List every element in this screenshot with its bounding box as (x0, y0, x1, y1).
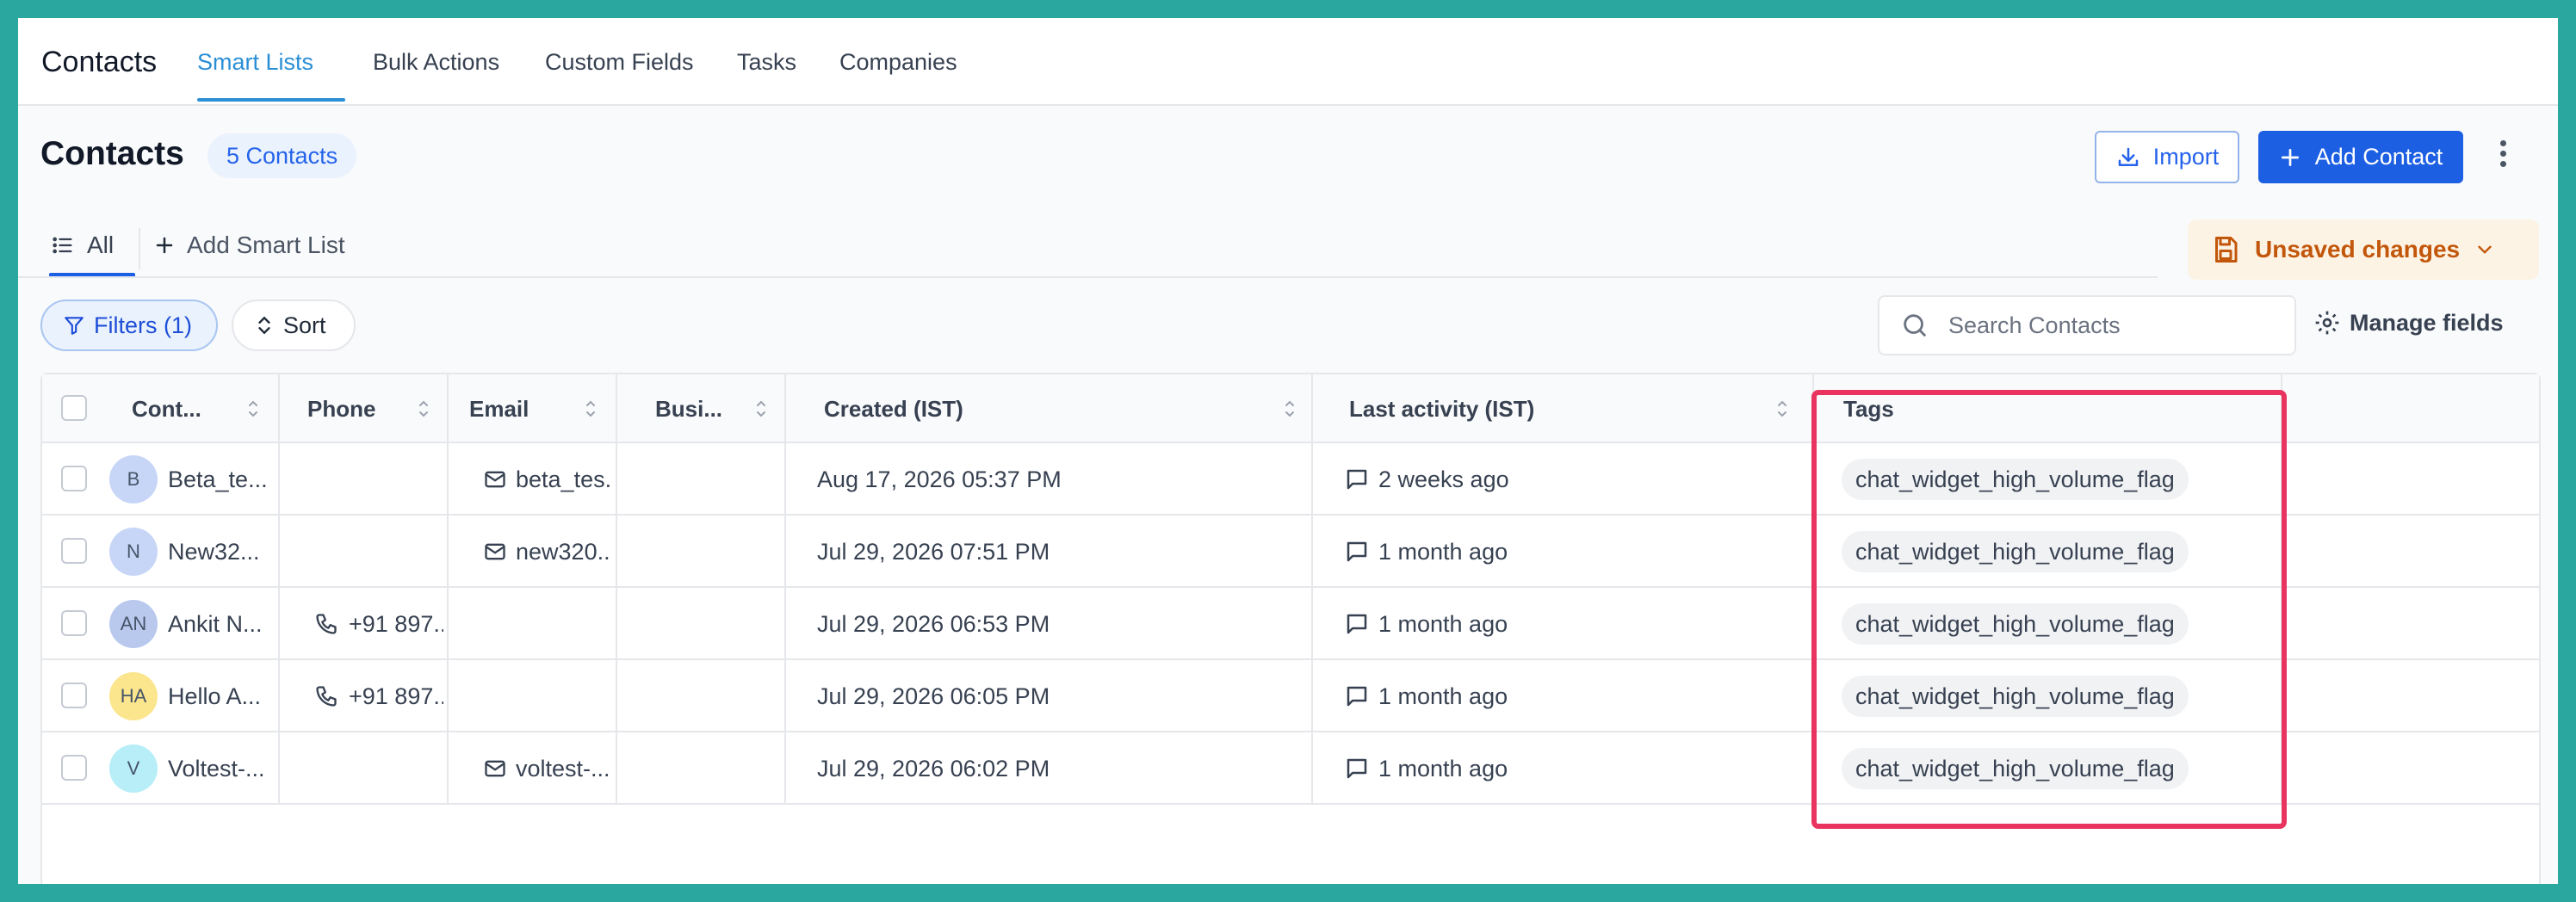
import-button[interactable]: Import (2095, 131, 2239, 183)
row-checkbox[interactable] (61, 755, 87, 781)
chevron-down-icon (2478, 245, 2492, 254)
tab-bulk-actions[interactable]: Bulk Actions (373, 49, 499, 76)
last-activity: 1 month ago (1378, 755, 1508, 782)
contact-phone: +91 897... (349, 610, 443, 637)
avatar: V (109, 744, 158, 793)
sort-icon[interactable] (1776, 397, 1788, 421)
mail-icon (485, 471, 505, 488)
created-date: Jul 29, 2026 06:05 PM (817, 683, 1050, 709)
avatar: N (109, 528, 158, 576)
select-all-checkbox[interactable] (61, 395, 87, 421)
row-checkbox[interactable] (61, 683, 87, 708)
page-title: Contacts (40, 135, 184, 172)
app-window: Contacts Smart Lists Bulk Actions Custom… (18, 18, 2558, 884)
last-activity: 1 month ago (1378, 683, 1508, 709)
sort-label: Sort (283, 312, 326, 338)
add-contact-label: Add Contact (2314, 144, 2443, 170)
filter-icon (65, 317, 84, 335)
sort-icon[interactable] (418, 397, 430, 421)
tab-custom-fields[interactable]: Custom Fields (545, 49, 694, 76)
row-checkbox[interactable] (61, 538, 87, 564)
column-header-contact[interactable]: Cont... (132, 374, 201, 443)
smart-list-all-label: All (87, 232, 115, 258)
phone-icon (316, 686, 337, 707)
tab-companies[interactable]: Companies (839, 49, 957, 76)
chat-icon (1347, 469, 1367, 490)
avatar: AN (109, 600, 158, 648)
created-date: Aug 17, 2026 05:37 PM (817, 466, 1062, 492)
download-icon (2118, 147, 2138, 166)
list-icon (53, 237, 72, 254)
contact-name[interactable]: Ankit N... (168, 611, 263, 638)
search-input[interactable] (1948, 312, 2276, 339)
smart-list-divider (18, 276, 2158, 278)
contact-name[interactable]: Voltest-... (168, 756, 265, 782)
created-date: Jul 29, 2026 06:53 PM (817, 610, 1050, 637)
sort-icon[interactable] (585, 397, 597, 421)
smart-list-separator (139, 228, 140, 269)
add-contact-button[interactable]: Add Contact (2258, 131, 2463, 183)
last-activity: 1 month ago (1378, 538, 1508, 565)
chat-icon (1347, 758, 1367, 779)
contact-email: voltest-... (516, 755, 610, 782)
contact-name[interactable]: Hello A... (168, 683, 261, 710)
mail-icon (485, 760, 505, 777)
search-icon (1904, 314, 1926, 337)
mail-icon (485, 543, 505, 560)
unsaved-changes-label: Unsaved changes (2255, 236, 2461, 263)
contact-name[interactable]: Beta_te... (168, 466, 268, 493)
column-header-last-activity[interactable]: Last activity (IST) (1349, 374, 1534, 443)
column-header-phone[interactable]: Phone (307, 374, 375, 443)
add-smart-list-button[interactable]: Add Smart List (154, 232, 345, 259)
active-tab-indicator (197, 98, 345, 102)
contact-email: beta_tes... (516, 466, 612, 492)
row-checkbox[interactable] (61, 466, 87, 491)
sort-icon[interactable] (755, 397, 767, 421)
sort-icon (258, 316, 270, 335)
sort-button[interactable]: Sort (232, 300, 356, 351)
column-header-created[interactable]: Created (IST) (824, 374, 963, 443)
more-options-icon[interactable] (2494, 140, 2511, 175)
filters-button[interactable]: Filters (1) (40, 300, 218, 351)
manage-fields-button[interactable]: Manage fields (2313, 309, 2504, 337)
nav-title: Contacts (41, 46, 158, 78)
gear-icon (2315, 311, 2339, 335)
sort-icon[interactable] (247, 397, 259, 421)
column-header-business[interactable]: Busi... (655, 374, 722, 443)
sort-icon[interactable] (1284, 397, 1296, 421)
chat-icon (1347, 541, 1367, 562)
filters-label: Filters (1) (94, 312, 192, 338)
avatar: HA (109, 672, 158, 720)
chat-icon (1347, 614, 1367, 634)
tab-tasks[interactable]: Tasks (737, 49, 796, 76)
plus-icon (156, 237, 173, 254)
search-box[interactable] (1878, 295, 2296, 355)
smart-list-all[interactable]: All (51, 232, 114, 259)
chat-icon (1347, 686, 1367, 707)
tags-column-highlight (1811, 390, 2287, 829)
last-activity: 2 weeks ago (1378, 466, 1509, 492)
unsaved-changes-dropdown[interactable]: Unsaved changes (2188, 219, 2539, 280)
avatar: B (109, 455, 158, 504)
tab-smart-lists[interactable]: Smart Lists (197, 49, 313, 76)
import-label: Import (2152, 144, 2220, 170)
contact-phone: +91 897... (349, 683, 443, 709)
phone-icon (316, 614, 337, 634)
save-icon (2215, 237, 2238, 263)
contacts-count-badge: 5 Contacts (207, 133, 357, 178)
row-checkbox[interactable] (61, 610, 87, 636)
created-date: Jul 29, 2026 06:02 PM (817, 755, 1050, 782)
last-activity: 1 month ago (1378, 610, 1508, 637)
contact-email: new320... (516, 538, 612, 565)
top-nav: Contacts Smart Lists Bulk Actions Custom… (18, 18, 2558, 106)
add-smart-list-label: Add Smart List (187, 232, 345, 258)
contact-name[interactable]: New32... (168, 539, 260, 565)
created-date: Jul 29, 2026 07:51 PM (817, 538, 1050, 565)
column-header-email[interactable]: Email (469, 374, 529, 443)
manage-fields-label: Manage fields (2350, 309, 2504, 336)
plus-icon (2281, 148, 2299, 166)
